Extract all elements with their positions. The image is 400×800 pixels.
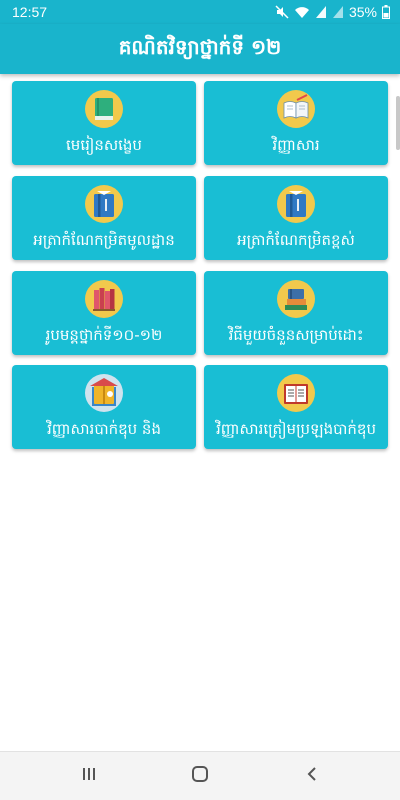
back-icon xyxy=(305,766,319,786)
home-button[interactable] xyxy=(180,762,220,790)
menu-card-label: វិធីមួយចំនួនសម្រាប់ដោះ xyxy=(228,326,364,344)
menu-card-label: វិញ្ញាសារបាក់ឌុប និង xyxy=(47,420,161,438)
menu-grid: មេរៀនសង្ខេប វិញ្ញាសារ អត្រាកំណែកម្រិតមូល… xyxy=(0,0,400,460)
scroll-indicator[interactable] xyxy=(396,96,400,150)
menu-card-exams[interactable]: វិញ្ញាសារ xyxy=(204,81,388,165)
menu-card-methods[interactable]: វិធីមួយចំនួនសម្រាប់ដោះ xyxy=(204,271,388,355)
menu-card-label: អត្រាកំណែកម្រិតមូលដ្ឋាន xyxy=(33,231,175,249)
menu-card-label: អត្រាកំណែកម្រិតខ្ពស់ xyxy=(237,231,355,249)
menu-card-label: វិញ្ញាសារត្រៀមប្រឡងបាក់ឌុប xyxy=(216,420,376,438)
menu-card-bacii-prep[interactable]: វិញ្ញាសារត្រៀមប្រឡងបាក់ឌុប xyxy=(204,365,388,449)
recents-icon xyxy=(81,766,97,786)
books-shelf-icon xyxy=(85,280,123,318)
navigation-bar xyxy=(0,751,400,800)
yellow-book-icon xyxy=(85,374,123,412)
menu-card-label: មេរៀនសង្ខេប xyxy=(66,136,142,154)
green-book-icon xyxy=(85,90,123,128)
home-icon xyxy=(191,765,209,787)
blue-book-icon xyxy=(277,185,315,223)
menu-card-summary[interactable]: មេរៀនសង្ខេប xyxy=(12,81,196,165)
stacked-books-icon xyxy=(277,280,315,318)
menu-card-bacii-exams[interactable]: វិញ្ញាសារបាក់ឌុប និង xyxy=(12,365,196,449)
open-book-pen-icon xyxy=(277,90,315,128)
back-button[interactable] xyxy=(292,762,332,790)
menu-card-formulas[interactable]: រូបមន្តថ្នាក់ទី១០-១២ xyxy=(12,271,196,355)
open-book-icon xyxy=(277,374,315,412)
menu-card-basic-solutions[interactable]: អត្រាកំណែកម្រិតមូលដ្ឋាន xyxy=(12,176,196,260)
menu-card-advanced-solutions[interactable]: អត្រាកំណែកម្រិតខ្ពស់ xyxy=(204,176,388,260)
menu-card-label: វិញ្ញាសារ xyxy=(272,136,320,154)
menu-card-label: រូបមន្តថ្នាក់ទី១០-១២ xyxy=(45,326,163,344)
recents-button[interactable] xyxy=(69,762,109,790)
blue-book-icon xyxy=(85,185,123,223)
